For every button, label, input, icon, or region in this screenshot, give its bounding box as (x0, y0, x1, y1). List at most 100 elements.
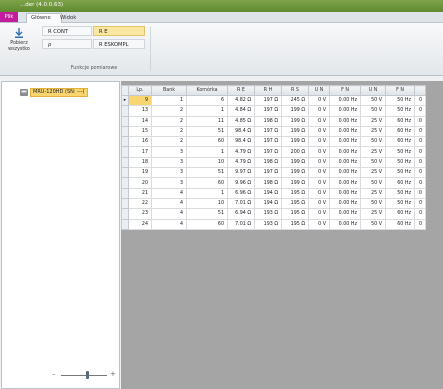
row-selector[interactable] (121, 218, 129, 230)
row-selector[interactable] (121, 156, 129, 169)
cell-fn2[interactable]: 50 Hz (385, 156, 415, 169)
col-header-rs[interactable]: R S (281, 85, 309, 96)
row-selector[interactable] (121, 187, 129, 199)
cell-komorka[interactable]: 1 (186, 146, 228, 158)
cell-bank[interactable]: 3 (151, 177, 187, 189)
cell-re[interactable]: 7.01 Ω (227, 197, 255, 210)
cell-komorka[interactable]: 10 (186, 156, 228, 169)
cell-un2[interactable]: 50 V (360, 177, 386, 189)
cell-un[interactable]: 0 V (308, 156, 330, 169)
cell-bank[interactable]: 3 (151, 156, 187, 169)
cell-fn2[interactable]: 60 Hz (385, 115, 415, 127)
cell-extra[interactable]: 0 (414, 115, 426, 127)
cell-un2[interactable]: 25 V (360, 208, 386, 220)
col-header-un2[interactable]: U N (360, 85, 386, 96)
cell-komorka[interactable]: 60 (186, 218, 228, 230)
table-row[interactable]: 14 2 11 4.85 Ω 198 Ω 199 Ω0 V 0.00 Hz 25 V 60 Hz… (121, 115, 426, 127)
cell-rs[interactable]: 199 Ω (281, 177, 309, 189)
cell-un2[interactable]: 25 V (360, 146, 386, 158)
row-selector[interactable] (121, 197, 129, 210)
cell-re[interactable]: 98.4 Ω (227, 125, 255, 138)
cell-lp[interactable]: 17 (128, 146, 152, 158)
row-selector[interactable] (121, 167, 129, 179)
option-reskompl[interactable]: R ESKOMPL (93, 39, 145, 49)
col-header-fn[interactable]: F N (329, 85, 361, 96)
cell-un2[interactable]: 50 V (360, 94, 386, 107)
row-selector[interactable] (121, 146, 129, 158)
cell-un2[interactable]: 50 V (360, 197, 386, 210)
tab-widok[interactable]: Widok (55, 13, 85, 23)
cell-un2[interactable]: 50 V (360, 218, 386, 230)
cell-un[interactable]: 0 V (308, 115, 330, 127)
cell-fn2[interactable]: 60 Hz (385, 208, 415, 220)
table-row[interactable]: 15 2 51 98.4 Ω 197 Ω 199 Ω0 V 0.00 Hz 25 V 60 Hz… (121, 125, 426, 138)
cell-komorka[interactable]: 10 (186, 197, 228, 210)
cell-re[interactable]: 4.82 Ω (227, 94, 255, 107)
cell-un[interactable]: 0 V (308, 218, 330, 230)
cell-fn[interactable]: 0.00 Hz (329, 115, 361, 127)
cell-re[interactable]: 4.79 Ω (227, 156, 255, 169)
cell-rs[interactable]: 195 Ω (281, 197, 309, 210)
cell-fn[interactable]: 0.00 Hz (329, 105, 361, 117)
cell-lp[interactable]: 23 (128, 208, 152, 220)
row-selector[interactable] (121, 105, 129, 117)
cell-fn[interactable]: 0.00 Hz (329, 208, 361, 220)
table-row[interactable]: 22 4 10 7.01 Ω 194 Ω 195 Ω0 V 0.00 Hz 50 V 50 Hz… (121, 197, 426, 210)
zoom-out-icon[interactable]: – (52, 370, 56, 378)
cell-rs[interactable]: 245 Ω (281, 94, 309, 107)
cell-rh[interactable]: 198 Ω (254, 177, 282, 189)
cell-fn2[interactable]: 60 Hz (385, 136, 415, 148)
col-header-extra[interactable] (414, 85, 426, 96)
cell-un[interactable]: 0 V (308, 197, 330, 210)
table-row[interactable]: ▸ 9 1 6 4.82 Ω 197 Ω 245 Ω0 V 0.00 Hz 50 V 50 Hz 0 (121, 94, 426, 107)
cell-komorka[interactable]: 11 (186, 115, 228, 127)
cell-rh[interactable]: 197 Ω (254, 125, 282, 138)
cell-un[interactable]: 0 V (308, 146, 330, 158)
zoom-thumb[interactable] (86, 371, 89, 379)
cell-un2[interactable]: 25 V (360, 125, 386, 138)
cell-fn[interactable]: 0.00 Hz (329, 156, 361, 169)
cell-un[interactable]: 0 V (308, 105, 330, 117)
col-header-rh[interactable]: R H (254, 85, 282, 96)
row-selector[interactable] (121, 125, 129, 138)
cell-rh[interactable]: 194 Ω (254, 187, 282, 199)
cell-bank[interactable]: 3 (151, 146, 187, 158)
cell-bank[interactable]: 4 (151, 218, 187, 230)
cell-bank[interactable]: 2 (151, 125, 187, 138)
cell-rs[interactable]: 199 Ω (281, 125, 309, 138)
cell-fn2[interactable]: 50 Hz (385, 105, 415, 117)
table-row[interactable]: 21 4 1 6.96 Ω 194 Ω 195 Ω0 V 0.00 Hz 25 V 50 Hz 0 (121, 187, 426, 199)
table-row[interactable]: 13 2 1 4.84 Ω 197 Ω 199 Ω0 V 0.00 Hz 50 V 50 Hz 0 (121, 105, 426, 117)
cell-rh[interactable]: 198 Ω (254, 115, 282, 127)
cell-rs[interactable]: 199 Ω (281, 105, 309, 117)
cell-lp[interactable]: 24 (128, 218, 152, 230)
cell-lp[interactable]: 21 (128, 187, 152, 199)
cell-fn[interactable]: 0.00 Hz (329, 136, 361, 148)
cell-fn[interactable]: 0.00 Hz (329, 197, 361, 210)
table-row[interactable]: 20 3 60 9.96 Ω 198 Ω 199 Ω0 V 0.00 Hz 50 V 60 Hz… (121, 177, 426, 189)
row-selector[interactable] (121, 208, 129, 220)
cell-rh[interactable]: 197 Ω (254, 105, 282, 117)
cell-rs[interactable]: 199 Ω (281, 167, 309, 179)
cell-fn2[interactable]: 60 Hz (385, 218, 415, 230)
cell-lp[interactable]: 22 (128, 197, 152, 210)
row-selector-current[interactable]: ▸ (121, 94, 129, 107)
col-header-lp[interactable]: Lp. (128, 85, 152, 96)
cell-rh[interactable]: 197 Ω (254, 167, 282, 179)
zoom-slider[interactable]: – + (52, 370, 118, 380)
table-row[interactable]: 19 3 51 9.97 Ω 197 Ω 199 Ω0 V 0.00 Hz 25 V 50 Hz… (121, 167, 426, 179)
cell-rh[interactable]: 197 Ω (254, 94, 282, 107)
table-row[interactable]: 18 3 10 4.79 Ω 198 Ω 199 Ω0 V 0.00 Hz 50 V 50 Hz… (121, 156, 426, 169)
cell-re[interactable]: 9.97 Ω (227, 167, 255, 179)
col-header-un[interactable]: U N (308, 85, 330, 96)
cell-bank[interactable]: 2 (151, 105, 187, 117)
cell-rs[interactable]: 199 Ω (281, 115, 309, 127)
cell-fn2[interactable]: 60 Hz (385, 125, 415, 138)
cell-rs[interactable]: 195 Ω (281, 218, 309, 230)
cell-un[interactable]: 0 V (308, 177, 330, 189)
zoom-in-icon[interactable]: + (110, 370, 116, 378)
cell-fn2[interactable]: 50 Hz (385, 146, 415, 158)
cell-re[interactable]: 7.01 Ω (227, 218, 255, 230)
tree-item-device[interactable]: MRU-120HD (SN: ---) (20, 87, 88, 97)
cell-lp[interactable]: 13 (128, 105, 152, 117)
